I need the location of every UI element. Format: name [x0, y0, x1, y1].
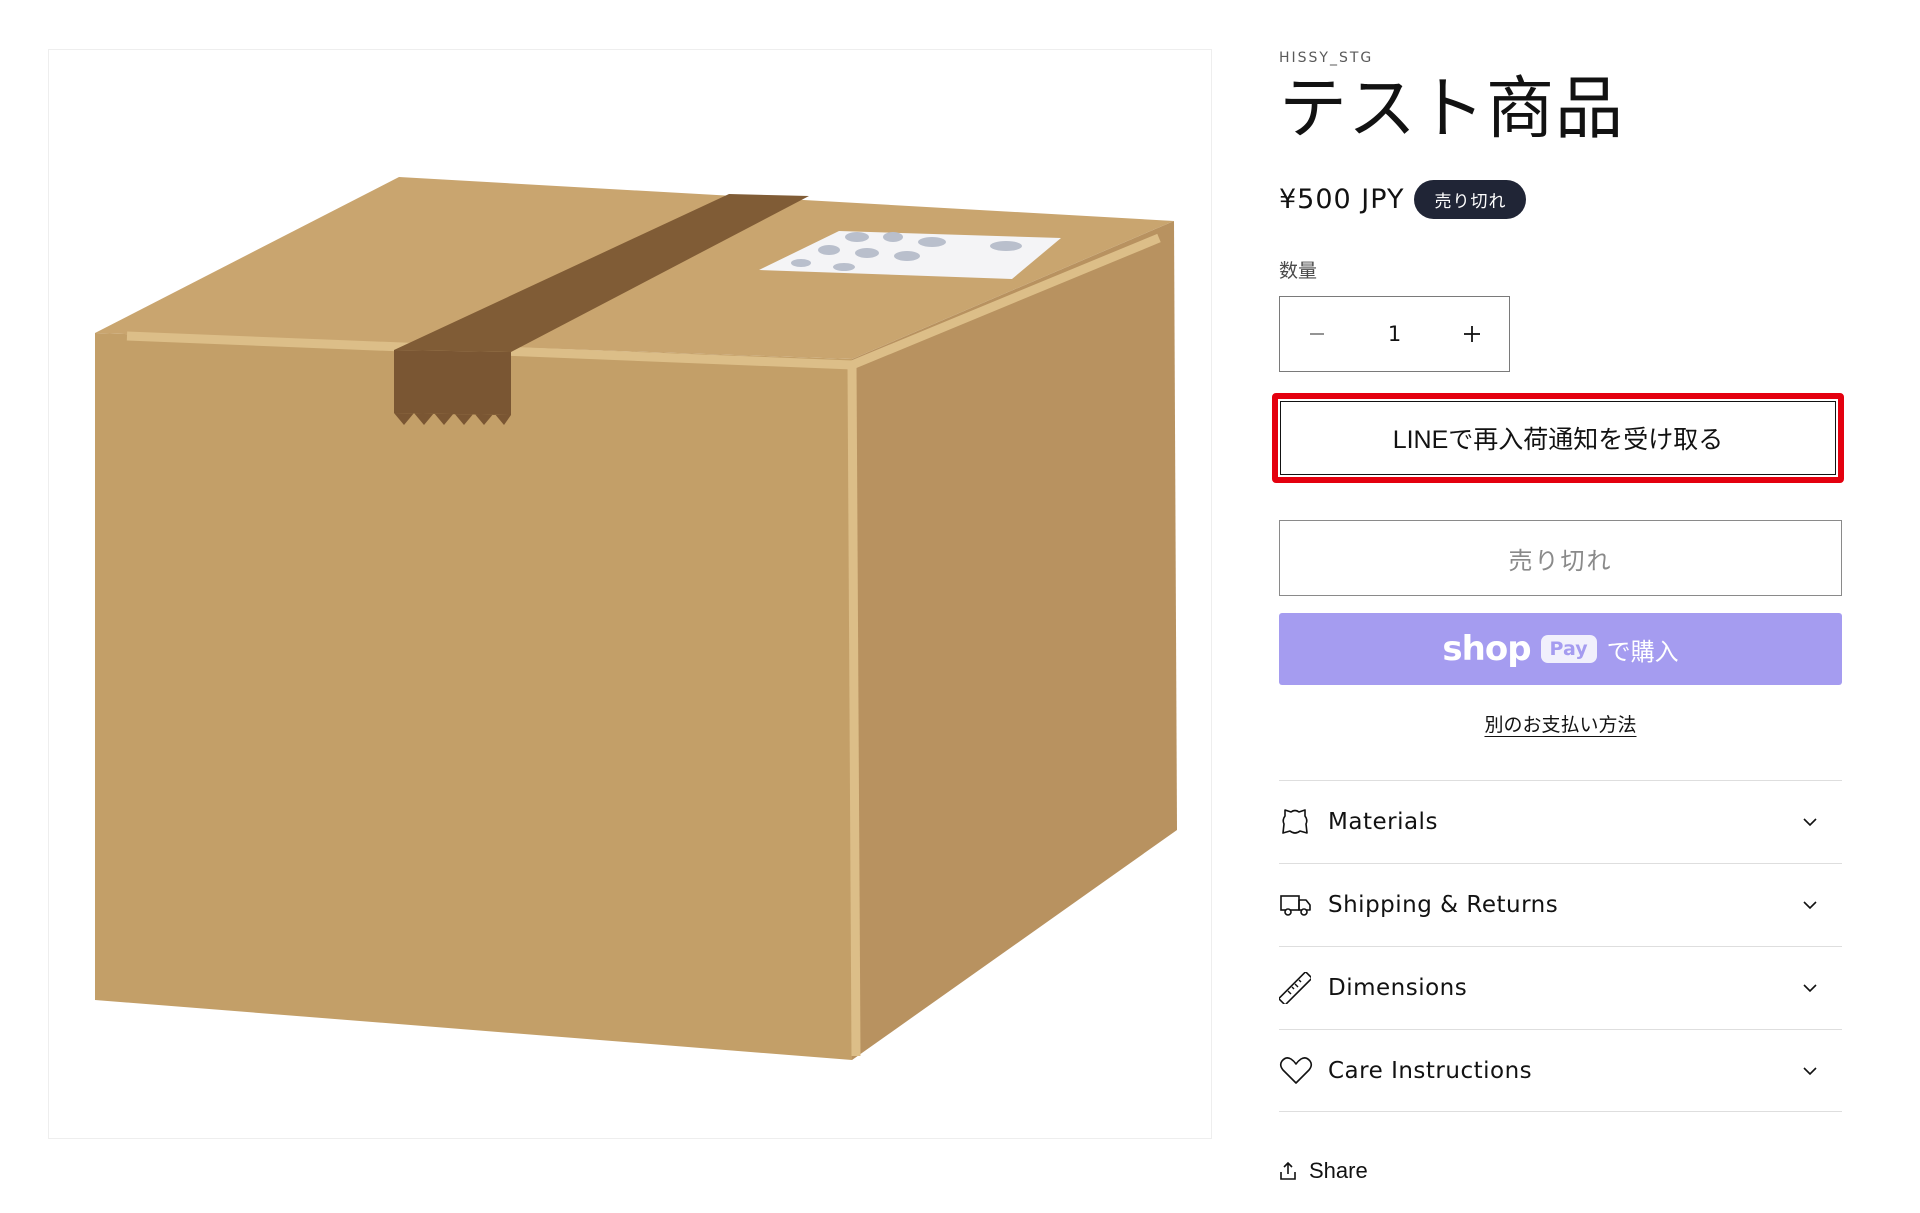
plus-icon [1464, 326, 1480, 342]
chevron-down-icon [1803, 1066, 1817, 1075]
more-payment-options: 別のお支払い方法 [1279, 710, 1842, 737]
leather-icon [1279, 805, 1313, 839]
chevron-down-icon [1803, 984, 1817, 993]
sold-out-badge: 売り切れ [1414, 179, 1527, 219]
accordion-dimensions[interactable]: Dimensions [1279, 946, 1842, 1029]
quantity-input[interactable]: 1 [1388, 322, 1401, 346]
accordion-label: Materials [1328, 809, 1438, 835]
accordion-care-instructions[interactable]: Care Instructions [1279, 1029, 1842, 1112]
more-payment-link[interactable]: 別のお支払い方法 [1484, 714, 1636, 736]
quantity-label: 数量 [1279, 260, 1318, 282]
cardboard-box-image [95, 177, 1177, 1060]
quantity-increase-button[interactable] [1435, 297, 1509, 371]
product-media[interactable] [48, 49, 1212, 1139]
product-vendor: HISSY_STG [1279, 50, 1374, 66]
share-label: Share [1309, 1158, 1368, 1183]
shop-pay-suffix: で購入 [1606, 637, 1679, 666]
accordion-label: Shipping & Returns [1328, 892, 1559, 918]
shop-logo: shop [1442, 629, 1531, 669]
heart-icon [1279, 1054, 1313, 1088]
pay-pill: Pay [1540, 635, 1597, 663]
sold-out-button[interactable]: 売り切れ [1279, 520, 1842, 596]
accordion-label: Care Instructions [1328, 1057, 1533, 1084]
truck-icon [1279, 888, 1313, 922]
product-title: テスト商品 [1279, 70, 1625, 149]
product-price: ¥500 JPY [1279, 183, 1405, 215]
share-button[interactable]: Share [1279, 1158, 1368, 1184]
line-restock-notify-button[interactable]: LINEで再入荷通知を受け取る [1272, 393, 1844, 483]
line-restock-notify-label: LINEで再入荷通知を受け取る [1392, 426, 1724, 454]
price-row: ¥500 JPY 売り切れ [1279, 178, 1527, 220]
shop-pay-button[interactable]: shop Pay で購入 [1279, 613, 1842, 685]
chevron-down-icon [1803, 901, 1817, 910]
accordion-label: Dimensions [1328, 975, 1468, 1001]
minus-icon [1310, 333, 1324, 335]
chevron-down-icon [1803, 818, 1817, 827]
accordion-shipping-returns[interactable]: Shipping & Returns [1279, 863, 1842, 946]
ruler-icon [1279, 971, 1313, 1005]
quantity-decrease-button[interactable] [1280, 297, 1354, 371]
accordion-materials[interactable]: Materials [1279, 780, 1842, 863]
share-icon [1280, 1161, 1296, 1180]
quantity-stepper: 1 [1279, 296, 1510, 372]
